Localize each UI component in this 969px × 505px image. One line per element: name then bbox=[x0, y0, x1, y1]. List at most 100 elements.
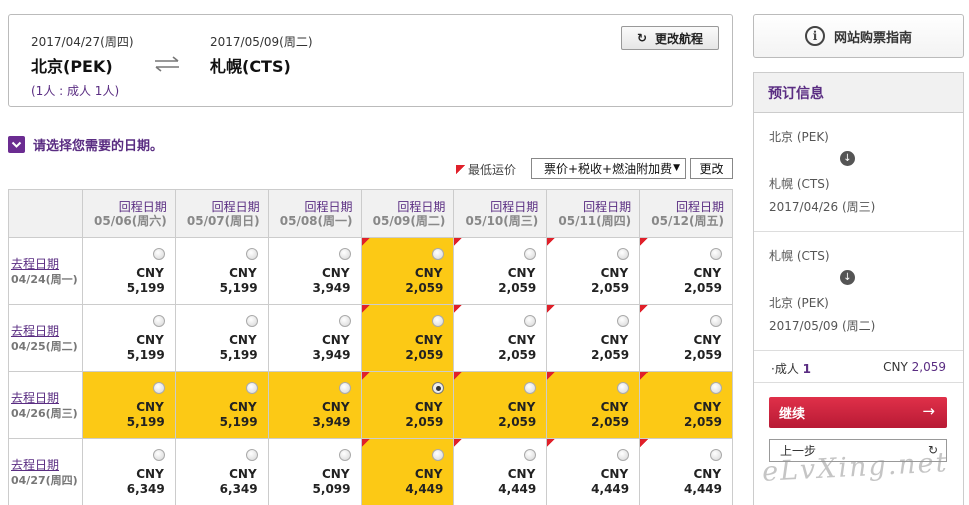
fare-row: 去程日期 04/25(周二) CNY 5,199 CNY 5,199 CNY 3,949 CNY… bbox=[9, 305, 734, 372]
fare-cell[interactable]: CNY 2,059 bbox=[547, 372, 641, 439]
return-date-label: 回程日期 bbox=[304, 200, 353, 214]
lowest-fare-flag-icon bbox=[547, 305, 556, 313]
grid-corner bbox=[9, 190, 83, 238]
depart-date-label: 去程日期 bbox=[11, 458, 60, 472]
depart-date-label: 去程日期 bbox=[11, 257, 60, 271]
fare-currency: CNY bbox=[600, 333, 629, 347]
fare-cell[interactable]: CNY 5,199 bbox=[175, 372, 269, 439]
fare-radio[interactable] bbox=[524, 382, 537, 394]
depart-date-header[interactable]: 去程日期 04/24(周一) bbox=[9, 238, 83, 305]
fare-radio[interactable] bbox=[617, 248, 630, 260]
change-route-button[interactable]: ↻ 更改航程 bbox=[621, 26, 719, 50]
fare-cell[interactable]: CNY 2,059 bbox=[454, 238, 548, 305]
fare-currency: CNY bbox=[693, 467, 722, 481]
return-date-label: 回程日期 bbox=[490, 200, 539, 214]
fare-cell[interactable]: CNY 3,949 bbox=[268, 305, 362, 372]
fare-currency: CNY bbox=[229, 400, 257, 414]
fare-radio[interactable] bbox=[524, 248, 537, 260]
fare-cell[interactable]: CNY 2,059 bbox=[361, 238, 455, 305]
chevron-down-icon[interactable] bbox=[8, 136, 25, 153]
purchase-guide-button[interactable]: i 网站购票指南 bbox=[753, 14, 964, 58]
fare-cell[interactable]: CNY 4,449 bbox=[547, 439, 641, 505]
fare-cell[interactable]: CNY 2,059 bbox=[640, 372, 734, 439]
fare-cell[interactable]: CNY 3,949 bbox=[268, 372, 362, 439]
fare-cell[interactable]: CNY 2,059 bbox=[547, 238, 641, 305]
fare-radio[interactable] bbox=[524, 449, 537, 461]
fare-radio[interactable] bbox=[338, 382, 351, 394]
fare-radio[interactable] bbox=[431, 382, 444, 394]
fare-radio[interactable] bbox=[152, 449, 165, 461]
fare-price: 5,199 bbox=[219, 348, 258, 362]
fare-cell[interactable]: CNY 2,059 bbox=[547, 305, 641, 372]
fare-cell[interactable]: CNY 5,199 bbox=[175, 305, 269, 372]
fare-cell[interactable]: CNY 5,199 bbox=[82, 305, 176, 372]
fare-radio[interactable] bbox=[152, 382, 165, 394]
fare-currency: CNY bbox=[136, 400, 164, 414]
fare-cell[interactable]: CNY 2,059 bbox=[640, 305, 734, 372]
fare-currency: CNY bbox=[321, 333, 350, 347]
fare-currency: CNY bbox=[600, 266, 629, 280]
fare-price: 4,449 bbox=[591, 482, 630, 496]
fare-radio[interactable] bbox=[710, 382, 723, 394]
return-date-value: 05/09(周二) bbox=[372, 214, 446, 228]
fare-radio[interactable] bbox=[617, 382, 630, 394]
continue-button[interactable]: 继续 → bbox=[769, 397, 947, 428]
fare-price: 4,449 bbox=[684, 482, 723, 496]
fare-cell[interactable]: CNY 2,059 bbox=[454, 305, 548, 372]
fare-price: 2,059 bbox=[405, 281, 444, 295]
fare-currency: CNY bbox=[229, 333, 257, 347]
fare-radio[interactable] bbox=[338, 449, 351, 461]
fare-radio[interactable] bbox=[245, 449, 258, 461]
fare-radio[interactable] bbox=[617, 449, 630, 461]
fare-price: 3,949 bbox=[312, 415, 351, 429]
fare-cell[interactable]: CNY 4,449 bbox=[640, 439, 734, 505]
apply-change-button[interactable]: 更改 bbox=[690, 158, 733, 179]
fare-cell[interactable]: CNY 3,949 bbox=[268, 238, 362, 305]
depart-date-header[interactable]: 去程日期 04/25(周二) bbox=[9, 305, 83, 372]
fare-price: 6,349 bbox=[126, 482, 165, 496]
depart-date-value: 04/26(周三) bbox=[11, 407, 78, 420]
fare-currency: CNY bbox=[507, 467, 536, 481]
fare-cell[interactable]: CNY 4,449 bbox=[454, 439, 548, 505]
fare-radio[interactable] bbox=[152, 248, 165, 260]
fare-price: 2,059 bbox=[498, 415, 537, 429]
fare-cell[interactable]: CNY 2,059 bbox=[361, 305, 455, 372]
fare-radio[interactable] bbox=[245, 248, 258, 260]
fare-radio[interactable] bbox=[431, 248, 444, 260]
fare-radio[interactable] bbox=[431, 315, 444, 327]
depart-date-header[interactable]: 去程日期 04/26(周三) bbox=[9, 372, 83, 439]
depart-date-header[interactable]: 去程日期 04/27(周四) bbox=[9, 439, 83, 505]
return-date-label: 回程日期 bbox=[118, 200, 167, 214]
fare-cell[interactable]: CNY 2,059 bbox=[361, 372, 455, 439]
price-type-select[interactable]: 票价+税收+燃油附加费 ▼ bbox=[531, 158, 686, 179]
fare-cell[interactable]: CNY 5,199 bbox=[82, 238, 176, 305]
fare-cell[interactable]: CNY 5,199 bbox=[82, 372, 176, 439]
fare-radio[interactable] bbox=[245, 315, 258, 327]
fare-cell[interactable]: CNY 4,449 bbox=[361, 439, 455, 505]
fare-cell[interactable]: CNY 6,349 bbox=[82, 439, 176, 505]
lowest-fare-flag-icon bbox=[361, 372, 370, 380]
fare-currency: CNY bbox=[321, 266, 350, 280]
fare-radio[interactable] bbox=[524, 315, 537, 327]
fare-radio[interactable] bbox=[710, 449, 723, 461]
price-type-value: 票价+税收+燃油附加费 bbox=[544, 162, 673, 176]
fare-radio[interactable] bbox=[338, 315, 351, 327]
date-selection-title: 请选择您需要的日期。 bbox=[8, 135, 163, 154]
depart-date-value: 04/27(周四) bbox=[11, 474, 78, 487]
fare-radio[interactable] bbox=[152, 315, 165, 327]
fare-cell[interactable]: CNY 2,059 bbox=[640, 238, 734, 305]
lowest-fare-flag-icon bbox=[361, 439, 370, 447]
depart-date-label: 去程日期 bbox=[11, 324, 60, 338]
arrow-down-icon: ↓ bbox=[840, 151, 855, 166]
fare-radio[interactable] bbox=[710, 248, 723, 260]
fare-cell[interactable]: CNY 5,199 bbox=[175, 238, 269, 305]
fare-radio[interactable] bbox=[431, 449, 444, 461]
depart-date-value: 04/24(周一) bbox=[11, 273, 78, 286]
fare-radio[interactable] bbox=[710, 315, 723, 327]
fare-cell[interactable]: CNY 2,059 bbox=[454, 372, 548, 439]
fare-radio[interactable] bbox=[245, 382, 258, 394]
fare-cell[interactable]: CNY 5,099 bbox=[268, 439, 362, 505]
fare-cell[interactable]: CNY 6,349 bbox=[175, 439, 269, 505]
fare-radio[interactable] bbox=[338, 248, 351, 260]
fare-radio[interactable] bbox=[617, 315, 630, 327]
